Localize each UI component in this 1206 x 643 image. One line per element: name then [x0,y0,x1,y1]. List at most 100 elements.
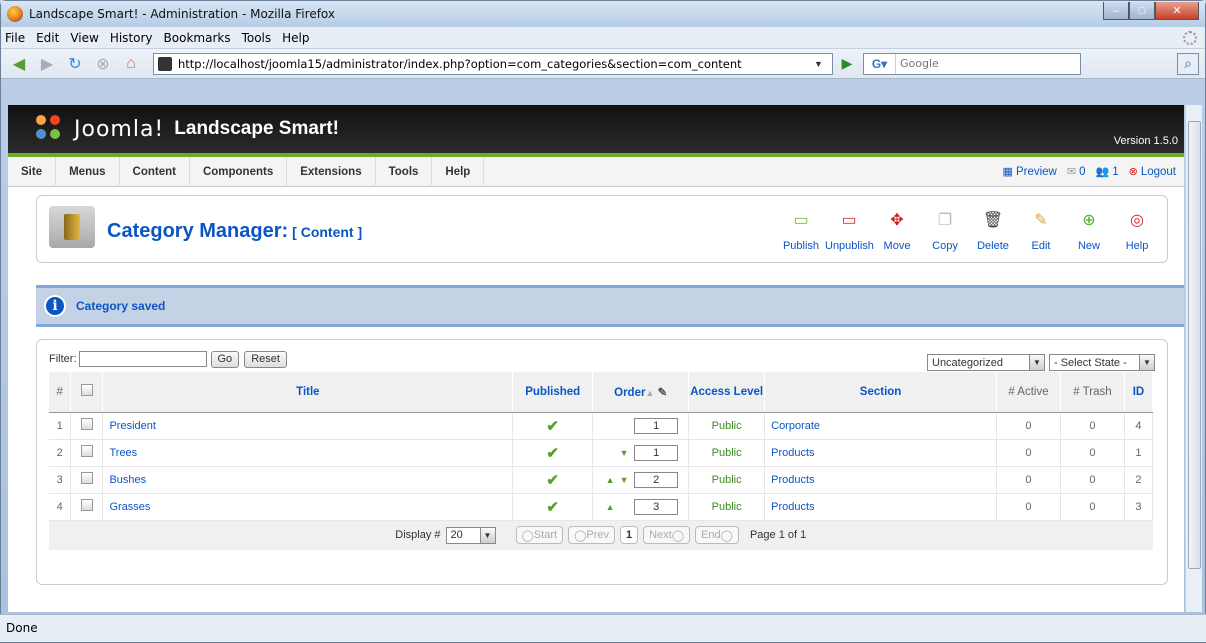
row-checkbox[interactable] [80,418,93,430]
move-icon: ✥ [890,212,904,229]
access-level-link[interactable]: Public [712,447,742,459]
end-button[interactable]: End ◯ [695,526,739,545]
browser-menu-history[interactable]: History [110,31,153,45]
section-link[interactable]: Products [771,501,814,513]
category-title-link[interactable]: President [109,420,155,432]
toolbar-copy-button[interactable]: ❐ Copy [921,206,969,252]
toolbar-edit-button[interactable]: ✎ Edit [1017,206,1065,252]
published-check-icon[interactable]: ✔ [546,418,559,435]
admin-menu-extensions[interactable]: Extensions [287,156,376,187]
users-count[interactable]: 👥 1 [1095,165,1118,178]
row-checkbox[interactable] [80,499,93,511]
save-order-icon[interactable]: ✎ [658,387,668,399]
admin-menu-content[interactable]: Content [120,156,190,187]
preview-icon: ▦ [1002,166,1013,178]
col-access[interactable]: Access Level [688,372,766,413]
order-input[interactable]: 1 [634,444,679,461]
section-link[interactable]: Products [771,474,814,486]
col-order[interactable]: Order▲ ✎ [592,372,690,413]
url-bar[interactable]: http://localhost/joomla15/administrator/… [153,52,833,75]
admin-status: ▦ Preview ✉ 0 👥 1 ⊗ Logout [1003,165,1176,178]
forward-button[interactable]: ▶ [35,53,59,75]
order-down-icon[interactable]: ▼ [617,448,631,458]
toolbar-move-button[interactable]: ✥ Move [873,206,921,252]
toolbar-label: Edit [1031,240,1051,252]
access-level-link[interactable]: Public [712,501,742,513]
messages-count[interactable]: ✉ 0 [1067,165,1086,178]
google-engine-icon[interactable]: G▾ [864,53,896,74]
row-num: 4 [49,493,72,521]
go-button[interactable]: ▶ [837,54,857,74]
start-button[interactable]: ◯ Start [515,526,564,545]
toolbar-help-button[interactable]: ◎ Help [1113,206,1161,252]
col-published[interactable]: Published [512,372,594,413]
vertical-scrollbar[interactable] [1185,105,1202,612]
state-select[interactable]: - Select State - ▼ [1049,354,1155,371]
search-input[interactable] [896,57,1080,70]
limit-select[interactable]: 20 ▼ [445,526,496,544]
minimize-button[interactable]: – [1103,2,1129,20]
preview-link[interactable]: ▦ Preview [1003,165,1057,178]
row-checkbox[interactable] [80,445,93,457]
row-checkbox[interactable] [80,472,93,484]
search-bar[interactable]: G▾ [863,52,1081,75]
prev-button[interactable]: ◯ Prev [568,526,615,545]
go-filter-button[interactable]: Go [210,350,240,368]
url-dropdown-icon[interactable]: ▼ [814,59,828,69]
window-title: Landscape Smart! - Administration - Mozi… [29,7,335,21]
logout-link[interactable]: ⊗ Logout [1129,165,1176,178]
category-title-link[interactable]: Trees [109,447,137,459]
reset-button[interactable]: Reset [244,350,287,368]
published-check-icon[interactable]: ✔ [546,499,559,516]
order-up-icon[interactable]: ▲ [603,502,617,512]
toolbar-unpublish-button[interactable]: ▭ Unpublish [825,206,874,252]
page-subtitle: [ Content ] [292,224,363,240]
col-title[interactable]: Title [102,372,514,413]
admin-menu-tools[interactable]: Tools [376,156,433,187]
order-input[interactable]: 3 [634,498,679,515]
section-link[interactable]: Products [771,447,814,459]
scrollbar-thumb[interactable] [1188,121,1201,569]
home-button[interactable]: ⌂ [119,53,143,75]
browser-menu-edit[interactable]: Edit [36,31,59,45]
admin-menu-help[interactable]: Help [432,156,485,187]
row-num: 2 [49,439,72,467]
order-input[interactable]: 1 [634,417,679,434]
browser-menu-file[interactable]: File [5,31,25,45]
toolbar-delete-button[interactable]: 🗑 Delete [969,206,1017,252]
access-level-link[interactable]: Public [712,420,742,432]
published-check-icon[interactable]: ✔ [546,445,559,462]
admin-menu-components[interactable]: Components [190,156,288,187]
url-text[interactable]: http://localhost/joomla15/administrator/… [178,57,814,71]
order-input[interactable]: 2 [634,471,679,488]
section-select[interactable]: Uncategorized ▼ [927,354,1045,371]
section-link[interactable]: Corporate [771,420,820,432]
search-icon[interactable]: ⌕ [1177,52,1199,75]
admin-menu-site[interactable]: Site [8,156,57,187]
browser-menu-view[interactable]: View [70,31,98,45]
filter-input[interactable] [78,351,207,367]
category-title-link[interactable]: Bushes [109,474,146,486]
toolbar-publish-button[interactable]: ▭ Publish [777,206,825,252]
admin-menu-menus[interactable]: Menus [56,156,120,187]
col-id[interactable]: ID [1124,372,1154,413]
toolbar-new-button[interactable]: ⊕ New [1065,206,1113,252]
select-all-checkbox[interactable] [80,384,93,397]
browser-menu-bookmarks[interactable]: Bookmarks [164,31,231,45]
browser-menu-tools[interactable]: Tools [242,31,272,45]
back-button[interactable]: ◀ [7,53,31,75]
order-down-icon[interactable]: ▼ [617,475,631,485]
browser-menu-help[interactable]: Help [282,31,309,45]
page-content: Joomla! Landscape Smart! Version 1.5.0 S… [8,105,1184,612]
access-level-link[interactable]: Public [712,474,742,486]
published-check-icon[interactable]: ✔ [546,472,559,489]
order-up-icon[interactable]: ▲ [603,475,617,485]
col-section[interactable]: Section [764,372,997,413]
maximize-button[interactable]: □ [1129,2,1155,20]
next-button[interactable]: Next ◯ [643,526,691,545]
close-button[interactable]: ✕ [1155,2,1199,20]
stop-button[interactable]: ⊗ [91,53,115,75]
category-title-link[interactable]: Grasses [109,501,150,513]
reload-button[interactable]: ↻ [63,53,87,75]
toolbar-buttons: ▭ Publish ▭ Unpublish ✥ Move ❐ Copy 🗑 Delete ✎ Edit… [777,206,1161,252]
